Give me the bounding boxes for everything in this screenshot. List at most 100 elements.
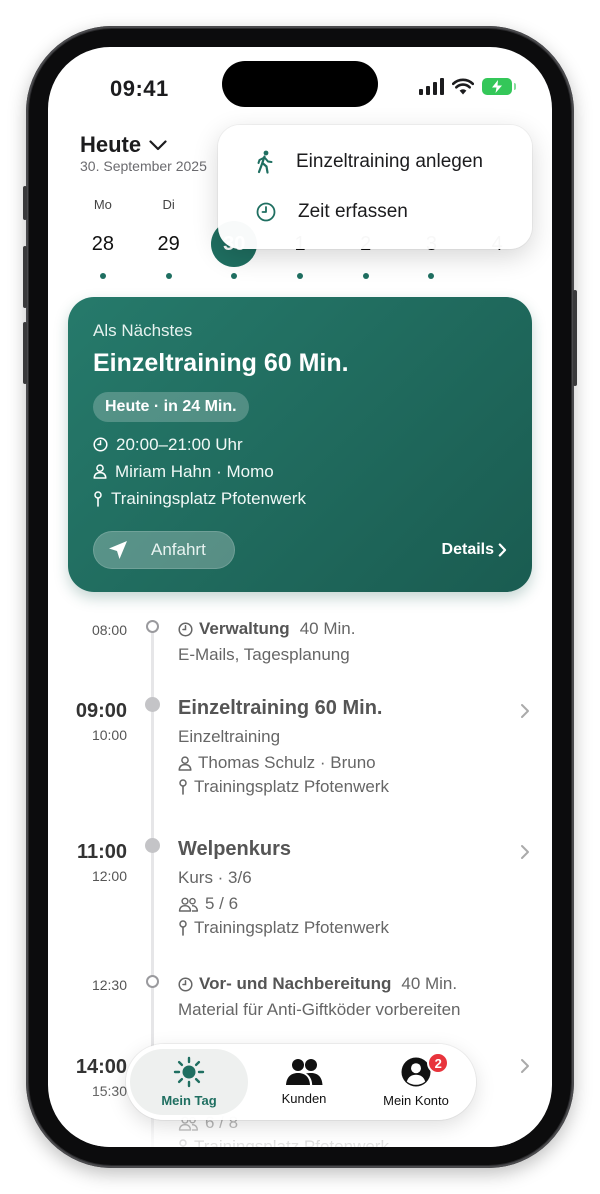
card-actions: Anfahrt Details (93, 531, 507, 569)
clock-icon (93, 437, 108, 452)
card-time: 20:00–21:00 Uhr (116, 434, 243, 454)
event-dot (99, 273, 106, 279)
item-content: Einzeltraining 60 Min. Einzeltraining Th… (178, 697, 532, 797)
location-pin-icon (179, 779, 187, 795)
chevron-down-icon (149, 139, 167, 150)
item-location: Trainingsplatz Pfotenwerk (194, 777, 389, 796)
item-capacity: 5 / 6 (205, 894, 239, 913)
details-label: Details (441, 541, 494, 558)
route-button[interactable]: Anfahrt (93, 531, 235, 569)
event-dot (428, 273, 435, 279)
item-person-row: Thomas Schulz · Bruno (178, 753, 532, 773)
item-title: Einzeltraining 60 Min. (178, 697, 383, 719)
menu-item-label: Einzeltraining anlegen (296, 151, 483, 172)
location-pin-icon (179, 920, 187, 936)
location-pin-icon (179, 1139, 187, 1147)
clock-icon (178, 621, 193, 637)
next-appointment-card[interactable]: Als Nächstes Einzeltraining 60 Min. Heut… (68, 297, 532, 592)
notification-badge: 2 (427, 1052, 450, 1074)
item-end-time: 12:00 (91, 868, 127, 884)
person-icon (178, 755, 192, 771)
menu-item-log-time[interactable]: Zeit erfassen (218, 187, 532, 237)
item-location-row: Trainingsplatz Pfotenwerk (178, 918, 532, 938)
item-description: E-Mails, Tagesplanung (178, 645, 350, 664)
status-icons (419, 77, 516, 95)
page-subtitle-date: 30. September 2025 (80, 158, 207, 174)
item-duration: 40 Min. (401, 974, 458, 993)
battery-charging-icon (482, 77, 516, 95)
page-title: Heute (80, 132, 142, 157)
card-person: Miriam Hahn · Momo (115, 461, 274, 481)
sun-icon (173, 1056, 205, 1088)
week-day[interactable]: Di 29 (136, 197, 202, 279)
item-end-time: 10:00 (91, 727, 127, 743)
item-time: 08:00 (91, 622, 127, 638)
item-title: Verwaltung (199, 619, 290, 638)
route-button-label: Anfahrt (151, 540, 206, 559)
time-until-badge: Heute · in 24 Min. (93, 392, 249, 422)
card-person-row: Miriam Hahn · Momo (93, 461, 507, 482)
item-content: Welpenkurs Kurs · 3/6 5 / 6 Trainingspla… (178, 838, 532, 938)
person-icon (93, 464, 107, 479)
item-type: Kurs · 3/6 (178, 868, 252, 887)
status-time: 09:41 (110, 76, 169, 101)
item-title-row: Vor- und Nachbereitung 40 Min. (178, 974, 532, 994)
event-dot (231, 273, 238, 279)
card-title: Einzeltraining 60 Min. (93, 349, 349, 377)
item-duration: 40 Min. (299, 619, 356, 638)
app-screen: 09:41 Heute 30. September 2025 Mo 28 Di … (48, 47, 552, 1147)
timeline-node (145, 697, 160, 712)
item-title-row: Verwaltung 40 Min. (178, 619, 532, 639)
event-dot (297, 273, 304, 279)
clock-icon (256, 202, 276, 222)
item-location-row: Trainingsplatz Pfotenwerk (178, 777, 532, 797)
item-start-time: 11:00 (76, 841, 127, 863)
walking-person-icon (257, 150, 273, 174)
phone-volume-up (23, 246, 27, 308)
day-name: Di (162, 197, 175, 212)
chevron-right-icon (521, 1059, 529, 1073)
tab-customers[interactable]: Kunden (248, 1049, 360, 1115)
item-location-row: Trainingsplatz Pfotenwerk (178, 1137, 532, 1147)
item-capacity-row: 5 / 6 (178, 894, 532, 914)
menu-item-label: Zeit erfassen (298, 201, 408, 222)
day-selector[interactable]: Heute (80, 132, 167, 158)
phone-action-button (23, 186, 27, 220)
item-start-time: 14:00 (75, 1056, 127, 1078)
chevron-right-icon (521, 704, 529, 718)
item-time: 12:30 (91, 977, 127, 993)
event-dot (362, 273, 369, 279)
item-end-time: 15:30 (91, 1083, 127, 1099)
phone-power-button (573, 290, 577, 386)
location-pin-icon (94, 490, 102, 507)
card-location-row: Trainingsplatz Pfotenwerk (93, 488, 507, 509)
day-name: Mo (93, 197, 112, 212)
week-day[interactable]: Mo 28 (70, 197, 136, 279)
card-eyebrow: Als Nächstes (93, 321, 193, 340)
menu-item-new-training[interactable]: Einzeltraining anlegen (218, 137, 532, 187)
item-start-time: 09:00 (75, 700, 127, 722)
item-person: Thomas Schulz · Bruno (198, 753, 376, 772)
add-menu: Einzeltraining anlegen Zeit erfassen (218, 125, 532, 249)
timeline-node (146, 620, 159, 633)
day-number: 28 (91, 232, 114, 255)
dynamic-island (222, 61, 378, 107)
card-time-row: 20:00–21:00 Uhr (93, 434, 507, 455)
details-link[interactable]: Details (442, 541, 507, 559)
tab-bar: Mein Tag Kunden Mein Konto 2 (126, 1044, 476, 1120)
chevron-right-icon (521, 845, 529, 859)
tab-my-account[interactable]: Mein Konto 2 (360, 1049, 472, 1115)
item-title: Vor- und Nachbereitung (199, 974, 392, 993)
card-location: Trainingsplatz Pfotenwerk (111, 488, 306, 508)
timeline-node (146, 975, 159, 988)
timeline-node (145, 838, 160, 853)
item-content: Vor- und Nachbereitung 40 Min. Material … (178, 974, 532, 1020)
tab-label: Kunden (281, 1091, 327, 1106)
clock-icon (178, 976, 193, 992)
item-title: Welpenkurs (178, 838, 291, 860)
tab-label: Mein Konto (383, 1093, 449, 1108)
tab-my-day[interactable]: Mein Tag (130, 1049, 248, 1115)
phone-volume-down (23, 322, 27, 384)
cellular-signal-icon (419, 77, 444, 95)
chevron-right-icon (498, 543, 507, 557)
